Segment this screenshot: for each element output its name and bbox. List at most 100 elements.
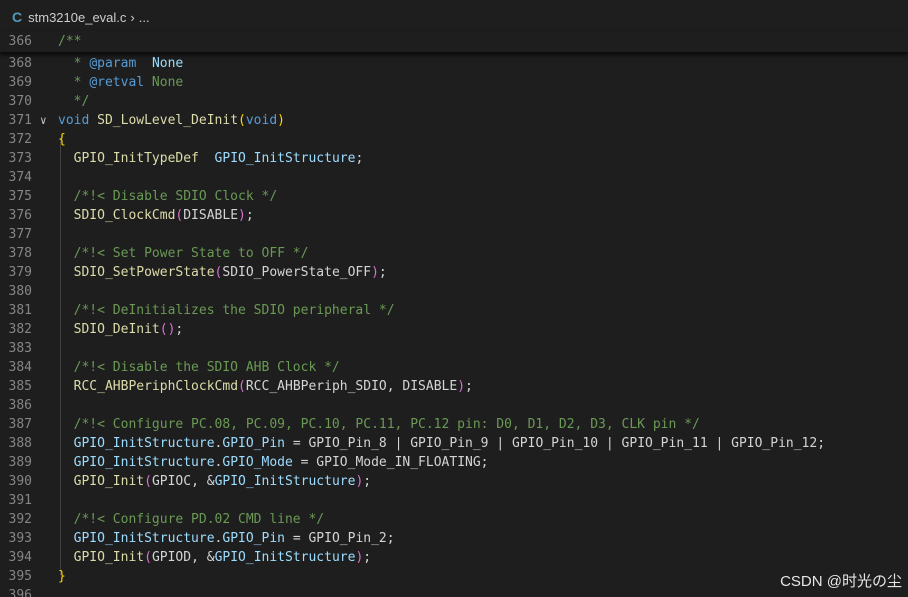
code-token: GPIO_InitStructure bbox=[73, 436, 215, 451]
code-line[interactable]: 389 GPIO_InitStructure.GPIO_Mode = GPIO_… bbox=[0, 453, 908, 472]
code-line[interactable]: 388 GPIO_InitStructure.GPIO_Pin = GPIO_P… bbox=[0, 434, 908, 453]
code-text: * @param None bbox=[58, 54, 184, 73]
code-line[interactable]: 384 /*!< Disable the SDIO AHB Clock */ bbox=[0, 358, 908, 377]
code-text: GPIO_InitStructure.GPIO_Pin = GPIO_Pin_2… bbox=[58, 529, 395, 548]
code-token: GPIO_Init bbox=[73, 550, 145, 565]
watermark: CSDN @时光の尘 bbox=[780, 573, 902, 590]
line-number: 381 bbox=[8, 303, 32, 318]
code-line[interactable]: 390 GPIO_Init(GPIOC, &GPIO_InitStructure… bbox=[0, 472, 908, 491]
code-token: /*!< Disable SDIO Clock */ bbox=[58, 189, 278, 204]
breadcrumb: C stm3210e_eval.c › ... bbox=[0, 0, 908, 34]
sticky-code: /** bbox=[58, 34, 82, 49]
line-number: 389 bbox=[8, 455, 32, 470]
line-number: 384 bbox=[8, 360, 32, 375]
code-token: */ bbox=[58, 94, 90, 109]
code-line[interactable]: 380 bbox=[0, 282, 908, 301]
breadcrumb-more[interactable]: ... bbox=[139, 10, 150, 25]
code-token: /*!< DeInitializes the SDIO peripheral *… bbox=[58, 303, 395, 318]
code-text: /*!< Disable SDIO Clock */ bbox=[58, 187, 278, 206]
code-token: DISABLE bbox=[183, 208, 239, 223]
code-line[interactable]: 375 /*!< Disable SDIO Clock */ bbox=[0, 187, 908, 206]
code-text: } bbox=[58, 567, 66, 586]
code-text: { bbox=[58, 130, 66, 149]
code-token: ( bbox=[238, 113, 246, 128]
code-line[interactable]: 374 bbox=[0, 168, 908, 187]
code-line[interactable]: 393 GPIO_InitStructure.GPIO_Pin = GPIO_P… bbox=[0, 529, 908, 548]
line-number: 386 bbox=[8, 398, 32, 413]
code-line[interactable]: 371 ∨ void SD_LowLevel_DeInit(void) bbox=[0, 111, 908, 130]
code-line[interactable]: 382 SDIO_DeInit(); bbox=[0, 320, 908, 339]
code-token: GPIO_InitStructure bbox=[214, 151, 356, 166]
code-line[interactable]: 370 */ bbox=[0, 92, 908, 111]
code-token: () bbox=[159, 322, 176, 337]
code-line[interactable]: 373 GPIO_InitTypeDef GPIO_InitStructure; bbox=[0, 149, 908, 168]
code-line[interactable]: 391 bbox=[0, 491, 908, 510]
code-line[interactable]: 385 RCC_AHBPeriphClockCmd(RCC_AHBPeriph_… bbox=[0, 377, 908, 396]
code-line[interactable]: 387 /*!< Configure PC.08, PC.09, PC.10, … bbox=[0, 415, 908, 434]
line-number: 392 bbox=[8, 512, 32, 527]
code-token: GPIOD, & bbox=[151, 550, 215, 565]
code-token: = GPIO_Mode_IN_FLOATING; bbox=[292, 455, 489, 470]
code-token: SDIO_ClockCmd bbox=[73, 208, 176, 223]
code-token: = GPIO_Pin_8 | GPIO_Pin_9 | GPIO_Pin_10 … bbox=[285, 436, 826, 451]
code-token: ) bbox=[238, 208, 246, 223]
line-number: 380 bbox=[8, 284, 32, 299]
code-text: /*!< DeInitializes the SDIO peripheral *… bbox=[58, 301, 395, 320]
line-number: 390 bbox=[8, 474, 32, 489]
code-token: SD_LowLevel_DeInit bbox=[97, 113, 239, 128]
code-token: ; bbox=[363, 474, 372, 489]
code-text: /*!< Set Power State to OFF */ bbox=[58, 244, 309, 263]
line-number: 393 bbox=[8, 531, 32, 546]
code-token: @retval bbox=[89, 75, 145, 90]
code-token: GPIOC, & bbox=[151, 474, 215, 489]
code-line[interactable]: 381 /*!< DeInitializes the SDIO peripher… bbox=[0, 301, 908, 320]
line-number: 372 bbox=[8, 132, 32, 147]
line-number: 388 bbox=[8, 436, 32, 451]
fold-chevron-icon[interactable]: ∨ bbox=[40, 111, 47, 130]
code-token: ; bbox=[363, 550, 372, 565]
code-token: ; bbox=[355, 151, 364, 166]
code-line[interactable]: 379 SDIO_SetPowerState(SDIO_PowerState_O… bbox=[0, 263, 908, 282]
code-text: /*!< Disable the SDIO AHB Clock */ bbox=[58, 358, 340, 377]
breadcrumb-file[interactable]: stm3210e_eval.c bbox=[28, 10, 126, 25]
code-token: ; bbox=[465, 379, 473, 394]
line-number: 394 bbox=[8, 550, 32, 565]
code-line[interactable]: 372 { bbox=[0, 130, 908, 149]
code-token: * bbox=[58, 56, 90, 71]
sticky-scroll-line[interactable]: 366 /** bbox=[0, 31, 908, 52]
line-number: 369 bbox=[8, 75, 32, 90]
line-number: 385 bbox=[8, 379, 32, 394]
code-line[interactable]: 392 /*!< Configure PD.02 CMD line */ bbox=[0, 510, 908, 529]
code-line[interactable]: 386 bbox=[0, 396, 908, 415]
code-editor[interactable]: 368 * @param None 369 * @retval None 370 *… bbox=[0, 54, 908, 597]
code-token: RCC_AHBPeriph_SDIO, DISABLE bbox=[245, 379, 458, 394]
line-number: 375 bbox=[8, 189, 32, 204]
line-number: 391 bbox=[8, 493, 32, 508]
code-token: { bbox=[58, 132, 66, 147]
code-line[interactable]: 395} bbox=[0, 567, 908, 586]
code-line[interactable]: 369 * @retval None bbox=[0, 73, 908, 92]
code-line[interactable]: 368 * @param None bbox=[0, 54, 908, 73]
code-token: /*!< Configure PD.02 CMD line */ bbox=[58, 512, 325, 527]
code-token: /*!< Set Power State to OFF */ bbox=[58, 246, 309, 261]
code-line[interactable]: 383 bbox=[0, 339, 908, 358]
code-line[interactable]: 376 SDIO_ClockCmd(DISABLE); bbox=[0, 206, 908, 225]
code-text: GPIO_InitTypeDef GPIO_InitStructure; bbox=[58, 149, 364, 168]
code-line[interactable]: 378 /*!< Set Power State to OFF */ bbox=[0, 244, 908, 263]
code-token: /*!< Disable the SDIO AHB Clock */ bbox=[58, 360, 340, 375]
code-token: void bbox=[245, 113, 278, 128]
code-token: ) bbox=[371, 265, 379, 280]
line-number: 383 bbox=[8, 341, 32, 356]
code-line[interactable]: 377 bbox=[0, 225, 908, 244]
code-text: */ bbox=[58, 92, 90, 111]
code-line[interactable]: 394 GPIO_Init(GPIOD, &GPIO_InitStructure… bbox=[0, 548, 908, 567]
code-token: SDIO_PowerState_OFF bbox=[222, 265, 372, 280]
code-line[interactable]: 396 bbox=[0, 586, 908, 597]
code-token: /*!< Configure PC.08, PC.09, PC.10, PC.1… bbox=[58, 417, 700, 432]
